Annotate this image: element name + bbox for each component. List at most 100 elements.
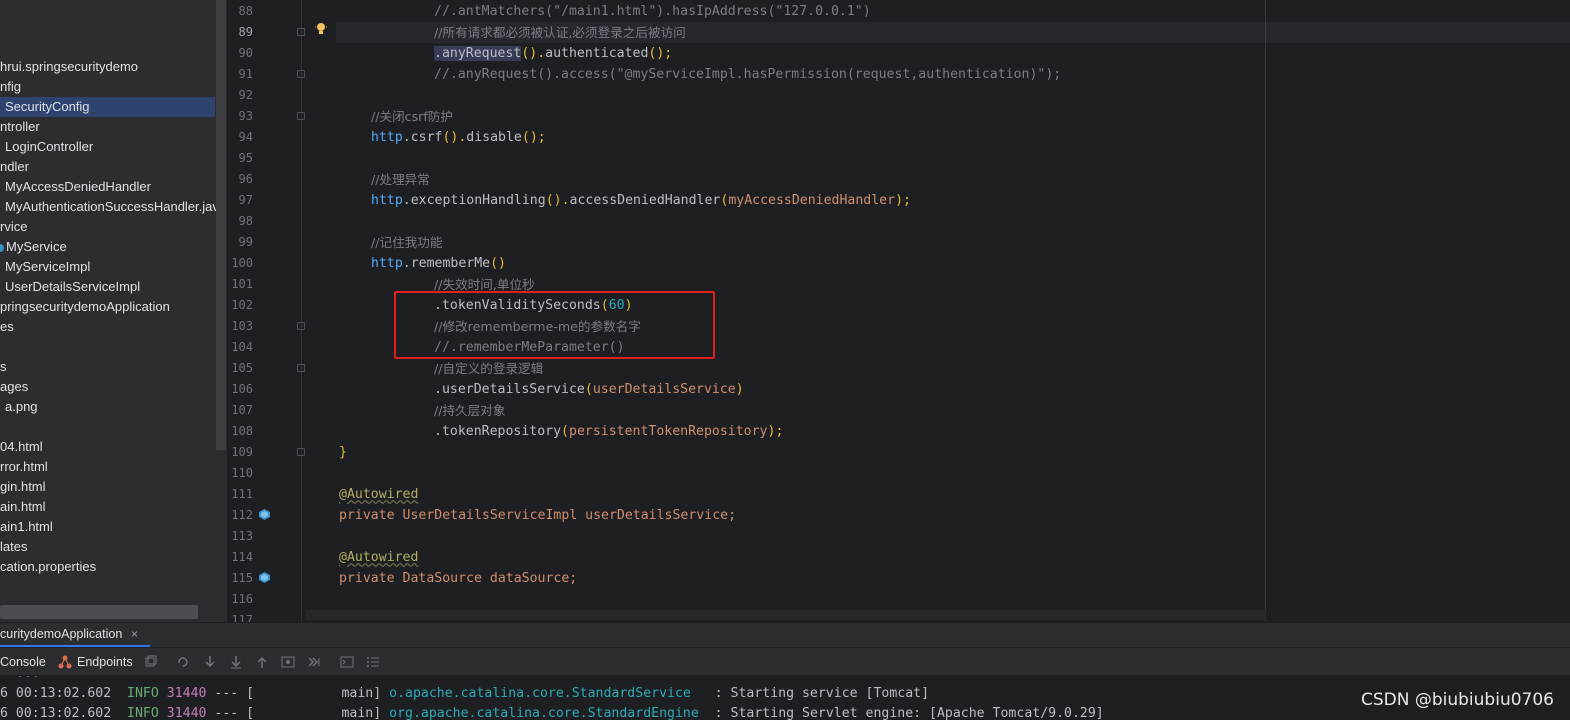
line-number: 95 <box>238 151 253 165</box>
close-icon[interactable]: × <box>131 627 138 641</box>
tree-vertical-scrollbar[interactable] <box>216 0 226 450</box>
code-token: ; <box>728 508 737 523</box>
editor-horizontal-scrollbar[interactable] <box>306 610 1266 620</box>
run-tab-active[interactable]: curitydemoApplication <box>0 622 150 647</box>
code-token: dataSource <box>489 571 570 586</box>
tree-horizontal-scrollbar[interactable] <box>0 605 198 619</box>
code-line[interactable]: private DataSource dataSource; <box>339 568 577 589</box>
tree-item[interactable]: rvice <box>0 217 215 237</box>
tree-item[interactable]: hrui.springsecuritydemo <box>0 57 215 77</box>
code-line[interactable]: http.rememberMe() <box>371 253 506 274</box>
tree-item[interactable]: s <box>0 357 215 377</box>
line-number: 116 <box>231 592 253 606</box>
tree-item[interactable]: nfig <box>0 77 215 97</box>
fold-marker-icon[interactable] <box>297 28 305 36</box>
log-timestamp: 6 00:13:02.602 <box>0 686 112 701</box>
code-comment: //关闭csrf防护 <box>371 109 453 124</box>
code-token: myAccessDeniedHandler <box>728 193 896 208</box>
tree-item[interactable]: cation.properties <box>0 557 215 577</box>
spring-bean-icon[interactable] <box>259 572 270 583</box>
line-number: 90 <box>238 46 253 60</box>
code-comment: //持久层对象 <box>434 403 506 418</box>
tree-item[interactable]: MyService <box>0 237 215 257</box>
fold-marker-icon[interactable] <box>297 364 305 372</box>
tree-item[interactable]: UserDetailsServiceImpl <box>5 277 220 297</box>
line-number: 109 <box>231 445 253 459</box>
code-token: DataSource <box>402 571 490 586</box>
code-line[interactable]: http.exceptionHandling().accessDeniedHan… <box>371 190 911 211</box>
code-line[interactable]: //所有请求都必须被认证,必须登录之后被访问 <box>434 22 686 43</box>
line-number: 97 <box>238 193 253 207</box>
settings-list-icon[interactable] <box>366 655 380 669</box>
code-line[interactable]: //关闭csrf防护 <box>371 106 453 127</box>
tree-item[interactable]: es <box>0 317 215 337</box>
tree-item[interactable]: pringsecuritydemoApplication <box>0 297 215 317</box>
log-pid: 31440 <box>166 686 207 701</box>
step-out-icon[interactable] <box>255 655 269 669</box>
line-number: 88 <box>238 4 253 18</box>
code-line[interactable]: private UserDetailsServiceImpl userDetai… <box>339 505 736 526</box>
step-over-icon[interactable] <box>203 655 217 669</box>
code-line[interactable]: //自定义的登录逻辑 <box>434 358 543 379</box>
code-token: persistentTokenRepository <box>569 424 768 439</box>
code-token: authenticated <box>545 46 649 61</box>
code-token: (). <box>521 46 546 61</box>
code-line[interactable]: //.anyRequest().access("@myServiceImpl.h… <box>434 64 1061 85</box>
tree-item[interactable]: ndler <box>0 157 215 177</box>
endpoints-tab[interactable]: Endpoints <box>77 653 133 671</box>
tree-item[interactable]: gin.html <box>0 477 215 497</box>
console-line: 6 00:13:02.602 INFO 31440 --- [ main] o.… <box>0 684 929 704</box>
log-thread: main] <box>341 686 382 701</box>
fold-marker-icon[interactable] <box>297 448 305 456</box>
interface-icon <box>0 243 4 252</box>
log-separator: --- [ <box>214 706 255 720</box>
tree-item[interactable]: rror.html <box>0 457 215 477</box>
tree-item[interactable]: ain.html <box>0 497 215 517</box>
code-token: disable <box>466 130 522 145</box>
fold-marker-icon[interactable] <box>297 70 305 78</box>
step-into-icon[interactable] <box>229 655 243 669</box>
spring-bean-icon[interactable] <box>259 509 270 520</box>
code-token: ); <box>767 424 784 439</box>
lightbulb-icon[interactable] <box>315 22 327 36</box>
tree-item[interactable]: MyAuthenticationSuccessHandler.jav <box>5 197 220 217</box>
code-token: (). <box>442 130 467 145</box>
tree-item[interactable]: ntroller <box>0 117 215 137</box>
code-line[interactable]: //处理异常 <box>371 169 430 190</box>
code-line[interactable]: //持久层对象 <box>434 400 505 421</box>
rerun-icon[interactable] <box>176 655 190 669</box>
line-number: 99 <box>238 235 253 249</box>
console-tab[interactable]: Console <box>0 653 46 671</box>
tree-item-selected[interactable]: SecurityConfig <box>0 97 215 117</box>
tree-item[interactable]: 04.html <box>0 437 215 457</box>
code-line[interactable]: //记住我功能 <box>371 232 442 253</box>
line-number: 98 <box>238 214 253 228</box>
code-line[interactable]: @Autowired <box>339 484 418 505</box>
tree-item[interactable]: ages <box>0 377 215 397</box>
tree-item[interactable]: MyAccessDeniedHandler <box>5 177 220 197</box>
code-line[interactable]: .anyRequest().authenticated(); <box>434 43 672 64</box>
code-line[interactable]: .userDetailsService(userDetailsService) <box>434 379 744 400</box>
code-token: () <box>490 256 506 271</box>
tree-item[interactable]: MyServiceImpl <box>5 257 220 277</box>
line-number: 114 <box>231 550 253 564</box>
code-token: .tokenRepository <box>434 424 562 439</box>
code-line[interactable]: } <box>339 442 347 463</box>
tree-item[interactable]: a.png <box>5 397 220 417</box>
code-line[interactable]: .tokenRepository(persistentTokenReposito… <box>434 421 783 442</box>
code-token: ( <box>561 424 569 439</box>
fold-marker-icon[interactable] <box>297 112 305 120</box>
terminal-icon[interactable] <box>340 655 354 669</box>
code-token: .anyRequest <box>434 46 522 61</box>
evaluate-icon[interactable] <box>281 655 295 669</box>
run-to-cursor-icon[interactable] <box>307 655 321 669</box>
code-line[interactable]: @Autowired <box>339 547 418 568</box>
code-line[interactable]: http.csrf().disable(); <box>371 127 546 148</box>
fold-marker-icon[interactable] <box>297 322 305 330</box>
code-line[interactable]: //.antMatchers("/main1.html").hasIpAddre… <box>434 1 871 22</box>
tree-item[interactable]: ain1.html <box>0 517 215 537</box>
restore-layout-icon[interactable] <box>145 655 157 667</box>
tree-item[interactable]: lates <box>0 537 215 557</box>
code-token: (); <box>521 130 546 145</box>
tree-item[interactable]: LoginController <box>5 137 220 157</box>
